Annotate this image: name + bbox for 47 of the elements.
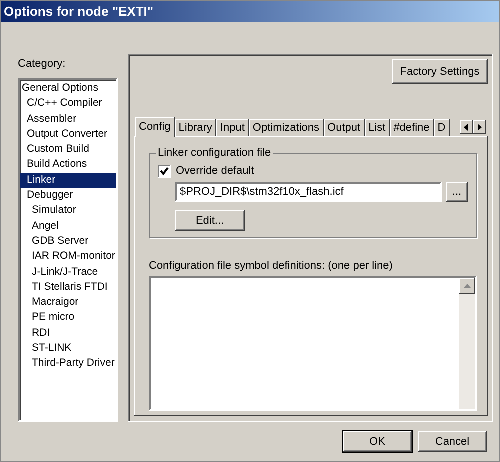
- category-item[interactable]: Third-Party Driver: [20, 356, 116, 372]
- edit-button[interactable]: Edit...: [175, 210, 245, 231]
- scrollbar[interactable]: [459, 278, 475, 409]
- category-item[interactable]: GDB Server: [20, 234, 116, 250]
- category-item[interactable]: Debugger: [20, 188, 116, 204]
- category-item[interactable]: Simulator: [20, 203, 116, 219]
- symbols-text-area[interactable]: [149, 276, 477, 411]
- category-item[interactable]: Macraigor: [20, 295, 116, 310]
- left-triangle-icon: [464, 124, 469, 130]
- category-item[interactable]: J-Link/J-Trace: [20, 264, 116, 280]
- dialog-button[interactable]: Cancel: [418, 431, 487, 452]
- category-item[interactable]: PE micro: [20, 310, 116, 326]
- category-item[interactable]: Assembler: [20, 112, 116, 127]
- browse-button[interactable]: ...: [446, 182, 468, 202]
- tab[interactable]: Optimizations: [248, 119, 324, 136]
- tab[interactable]: Library: [174, 119, 216, 136]
- category-item[interactable]: Custom Build: [20, 142, 116, 158]
- category-label: Category:: [18, 57, 67, 72]
- tab[interactable]: #define: [390, 119, 434, 136]
- tab[interactable]: List: [364, 119, 390, 136]
- scroll-left-button[interactable]: [460, 120, 473, 134]
- category-item[interactable]: RDI: [20, 326, 116, 342]
- right-triangle-icon: [477, 124, 482, 130]
- group-title: Linker configuration file: [156, 147, 274, 159]
- category-item[interactable]: Linker: [20, 172, 116, 188]
- category-item[interactable]: Build Actions: [20, 157, 116, 173]
- tab[interactable]: Config: [135, 117, 175, 137]
- category-item[interactable]: TI Stellaris FTDI: [20, 280, 116, 296]
- override-checkbox[interactable]: [158, 164, 171, 178]
- category-item[interactable]: ST-LINK: [20, 341, 116, 356]
- up-triangle-icon: [464, 284, 470, 288]
- scroll-right-button[interactable]: [473, 120, 486, 134]
- category-item[interactable]: General Options: [20, 81, 116, 96]
- path-field[interactable]: $PROJ_DIR$\stm32f10x_flash.icf: [175, 182, 442, 202]
- checkbox-label: Override default: [176, 165, 254, 177]
- category-item[interactable]: IAR ROM-monitor: [20, 249, 116, 265]
- tab[interactable]: Output: [324, 119, 365, 136]
- dialog-button[interactable]: OK: [343, 431, 412, 452]
- tab[interactable]: D: [434, 119, 450, 136]
- category-item[interactable]: C/C++ Compiler: [20, 96, 116, 112]
- category-item[interactable]: Angel: [20, 218, 116, 234]
- symbols-label: Configuration file symbol definitions: (one per line): [149, 259, 394, 274]
- window-title: Options for node "EXTI": [1, 1, 499, 22]
- category-item[interactable]: Output Converter: [20, 126, 116, 142]
- scroll-up-button[interactable]: [459, 278, 475, 294]
- factory-settings-button[interactable]: Factory Settings: [392, 59, 488, 84]
- tab[interactable]: Input: [216, 119, 249, 136]
